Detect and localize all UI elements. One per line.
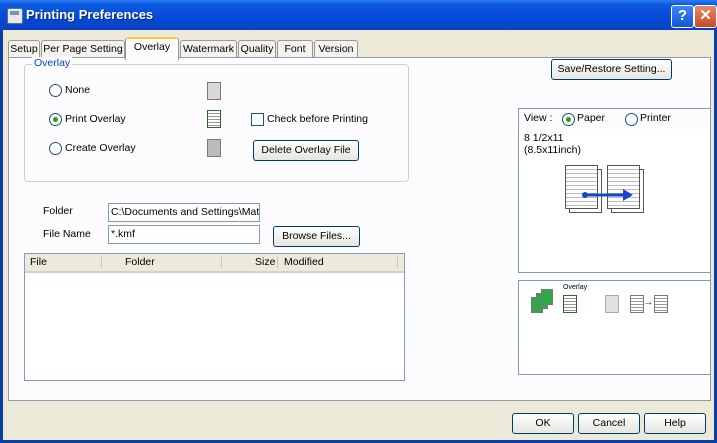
overlay-file-list[interactable]: File Folder Size Modified (24, 253, 405, 381)
printer-view-radio[interactable] (625, 113, 638, 126)
tab-setup[interactable]: Setup (8, 40, 40, 58)
paper-view-radio[interactable] (562, 113, 575, 126)
paper-size-inch-text: (8.5x11inch) (524, 144, 582, 156)
paper-size-text: 8 1/2x11 (524, 132, 564, 144)
file-name-input[interactable]: *.kmf (108, 225, 260, 244)
none-radio[interactable] (49, 84, 62, 97)
tab-watermark[interactable]: Watermark (180, 40, 237, 58)
printing-preferences-window: Printing Preferences ? ✕ Setup Per Page … (0, 0, 717, 443)
window-title: Printing Preferences (26, 7, 154, 22)
printer-view-label[interactable]: Printer (640, 112, 671, 124)
file-list-header: File Folder Size Modified (25, 254, 404, 273)
print-overlay-label[interactable]: Print Overlay (65, 113, 126, 125)
overlay-none-icon (207, 82, 221, 100)
help-button[interactable]: Help (644, 413, 706, 434)
column-modified[interactable]: Modified (284, 254, 324, 271)
cancel-button[interactable]: Cancel (578, 413, 640, 434)
none-label[interactable]: None (65, 84, 90, 96)
help-title-button[interactable]: ? (671, 5, 694, 28)
folder-field[interactable]: C:\Documents and Settings\Mats (108, 203, 260, 222)
tab-font[interactable]: Font (277, 40, 313, 58)
view-label: View : (524, 112, 553, 124)
paper-preview: View : Paper Printer 8 1/2x11 (8.5x11inc… (518, 108, 711, 273)
check-before-printing-label[interactable]: Check before Printing (267, 113, 368, 125)
check-before-printing-checkbox[interactable] (251, 113, 264, 126)
output-preview: Overlay → (518, 280, 711, 375)
overlay-group-label: Overlay (32, 57, 73, 69)
page-result-icon (654, 295, 668, 313)
ok-button[interactable]: OK (512, 413, 574, 434)
column-file[interactable]: File (30, 254, 47, 271)
page-source-icon (630, 295, 644, 313)
create-overlay-label[interactable]: Create Overlay (65, 142, 136, 154)
combine-arrow-icon: → (643, 296, 654, 308)
view-selector: View : Paper Printer (519, 109, 710, 129)
browse-files-button[interactable]: Browse Files... (273, 226, 360, 247)
overlay-page-icon (563, 295, 577, 313)
column-size[interactable]: Size (255, 254, 275, 271)
overlay-preview-label: Overlay (563, 284, 588, 291)
tab-version[interactable]: Version (314, 40, 358, 58)
page-sheet-front-left (565, 165, 598, 209)
arrow-right-icon (582, 189, 633, 201)
paper-view-label[interactable]: Paper (577, 112, 605, 124)
tab-quality[interactable]: Quality (238, 40, 276, 58)
printer-icon (7, 8, 23, 24)
tab-overlay[interactable]: Overlay (125, 37, 179, 60)
tab-per-page-setting[interactable]: Per Page Setting (41, 40, 125, 58)
delete-overlay-file-button[interactable]: Delete Overlay File (253, 140, 359, 161)
file-name-label: File Name (43, 228, 91, 240)
create-overlay-icon (207, 139, 221, 157)
close-button[interactable]: ✕ (694, 5, 717, 28)
page-sheet-front-right (607, 165, 640, 209)
folder-label: Folder (43, 205, 73, 217)
column-folder[interactable]: Folder (125, 254, 155, 271)
dialog-client: Setup Per Page Setting Overlay Watermark… (3, 30, 714, 440)
save-restore-setting-button[interactable]: Save/Restore Setting... (551, 59, 672, 80)
blank-page-icon (605, 295, 619, 313)
print-overlay-icon (207, 110, 221, 128)
create-overlay-radio[interactable] (49, 142, 62, 155)
title-bar[interactable]: Printing Preferences ? ✕ (0, 0, 717, 30)
print-overlay-radio[interactable] (49, 113, 62, 126)
